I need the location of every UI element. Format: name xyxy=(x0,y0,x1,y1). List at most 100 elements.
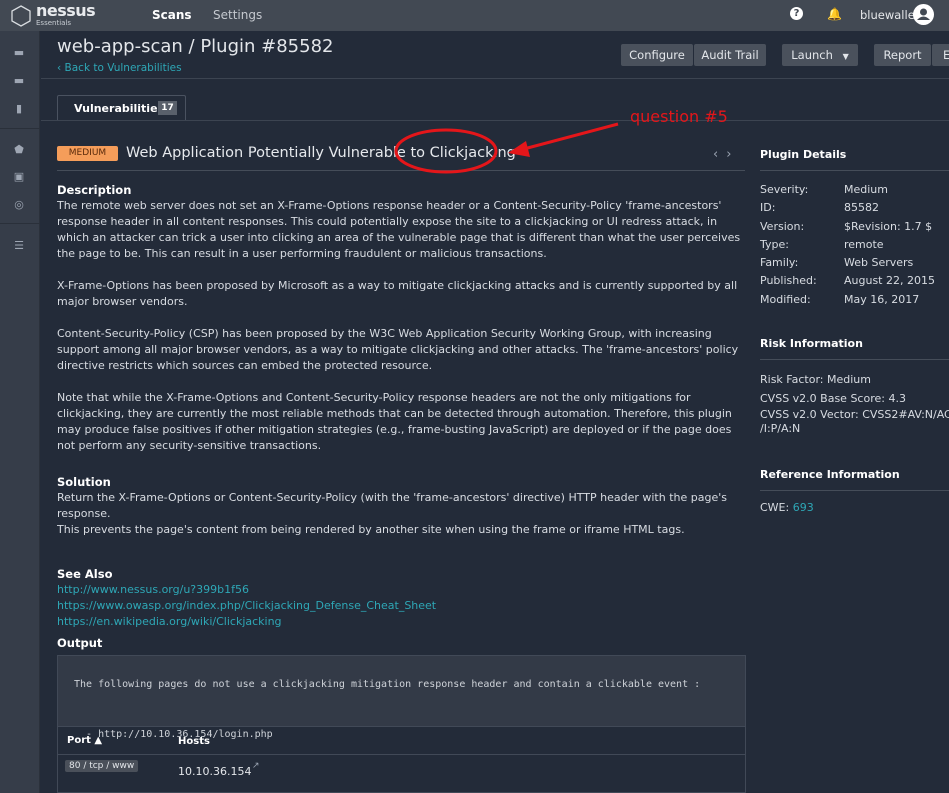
folder-icon[interactable]: ▬ xyxy=(13,47,25,59)
detail-row: Type:remote xyxy=(760,236,949,254)
hosts-column-header: Hosts xyxy=(178,736,210,747)
description-heading: Description xyxy=(57,182,747,198)
back-link-label: Back to Vulnerabilities xyxy=(65,62,182,74)
see-also-heading: See Also xyxy=(57,566,747,582)
nav-settings[interactable]: Settings xyxy=(213,8,262,22)
sidebar-divider xyxy=(0,223,40,224)
detail-row: Published:August 22, 2015 xyxy=(760,272,949,290)
detail-value: August 22, 2015 xyxy=(844,272,935,290)
external-link-icon[interactable]: ↗ xyxy=(252,761,260,771)
cvss-vector: CVSS v2.0 Vector: CVSS2#AV:N/AC:M/Au xyxy=(760,408,949,422)
description-paragraph: Note that while the X-Frame-Options and … xyxy=(57,390,747,454)
solution-heading: Solution xyxy=(57,474,747,490)
vulnerability-body: Description The remote web server does n… xyxy=(57,182,747,632)
detail-value: remote xyxy=(844,236,884,254)
plug-icon[interactable]: ▣ xyxy=(13,171,25,183)
report-button[interactable]: Report xyxy=(874,44,931,66)
severity-badge: MEDIUM xyxy=(57,146,118,161)
tab-vulnerabilities[interactable]: Vulnerabilities17 xyxy=(57,95,186,121)
cwe-link[interactable]: 693 xyxy=(793,501,814,514)
detail-row: Modified:May 16, 2017 xyxy=(760,291,949,309)
detail-row: Version:$Revision: 1.7 $ xyxy=(760,218,949,236)
page-title: web-app-scan / Plugin #85582 xyxy=(57,36,333,57)
brand-sub: Essentials xyxy=(36,19,95,27)
detail-label: Severity: xyxy=(760,181,844,199)
see-also-link[interactable]: http://www.nessus.org/u?399b1f56 xyxy=(57,582,747,598)
description-paragraph: Content-Security-Policy (CSP) has been p… xyxy=(57,326,747,374)
output-table-header: Port ▲ Hosts xyxy=(58,726,745,755)
solution-line: This prevents the page's content from be… xyxy=(57,522,747,538)
port-column-header[interactable]: Port ▲ xyxy=(67,735,102,746)
output-heading: Output xyxy=(57,635,102,651)
detail-row: Severity:Medium xyxy=(760,181,949,199)
solution-section: Solution Return the X-Frame-Options or C… xyxy=(57,474,747,538)
nessus-logo[interactable]: nessusEssentials xyxy=(10,4,95,27)
fingerprint-icon[interactable]: ◎ xyxy=(13,199,25,211)
trash-icon[interactable]: ▮ xyxy=(13,103,25,115)
see-also-section: See Also http://www.nessus.org/u?399b1f5… xyxy=(57,566,747,630)
title-divider xyxy=(57,170,745,171)
annotation-label: question #5 xyxy=(630,107,728,126)
table-row: 80 / tcp / www 10.10.36.154 ↗ xyxy=(58,755,745,793)
sidebar: ▬ ▬ ▮ ⬟ ▣ ◎ ☰ xyxy=(0,31,40,793)
detail-value: $Revision: 1.7 $ xyxy=(844,218,932,236)
detail-label: ID: xyxy=(760,199,844,217)
audit-trail-button[interactable]: Audit Trail xyxy=(694,44,766,66)
detail-row: ID:85582 xyxy=(760,199,949,217)
brand-name: nessus xyxy=(36,1,95,20)
plugin-details-heading: Plugin Details xyxy=(760,148,949,171)
folder-icon[interactable]: ▬ xyxy=(13,75,25,87)
chevron-left-icon[interactable]: ‹ xyxy=(713,147,726,162)
annotation-arrow-line xyxy=(520,124,618,150)
header-divider xyxy=(41,78,949,79)
reference-information-heading: Reference Information xyxy=(760,468,949,491)
nav-scans[interactable]: Scans xyxy=(152,8,192,22)
avatar-icon[interactable] xyxy=(913,4,934,25)
detail-label: Type: xyxy=(760,236,844,254)
see-also-link[interactable]: https://www.owasp.org/index.php/Clickjac… xyxy=(57,598,747,614)
solution-line: Return the X-Frame-Options or Content-Se… xyxy=(57,490,747,522)
caret-down-icon: ▼ xyxy=(843,52,849,61)
configure-button[interactable]: Configure xyxy=(621,44,693,66)
detail-value: 85582 xyxy=(844,199,879,217)
description-paragraph: X-Frame-Options has been proposed by Mic… xyxy=(57,278,747,310)
risk-factor: Risk Factor: Medium xyxy=(760,370,949,389)
description-paragraph: The remote web server does not set an X-… xyxy=(57,198,747,262)
cwe-label: CWE: xyxy=(760,501,789,514)
host-link[interactable]: 10.10.36.154 xyxy=(178,765,251,778)
top-bar: nessusEssentials Scans Settings ? 🔔 blue… xyxy=(0,0,949,31)
description-section: Description The remote web server does n… xyxy=(57,182,747,454)
launch-label: Launch xyxy=(791,48,833,62)
help-icon[interactable]: ? xyxy=(790,7,803,20)
detail-row: Family:Web Servers xyxy=(760,254,949,272)
back-to-vulnerabilities-link[interactable]: ‹ Back to Vulnerabilities xyxy=(57,62,182,74)
bell-icon[interactable]: 🔔 xyxy=(827,7,842,21)
detail-label: Published: xyxy=(760,272,844,290)
plugin-sidebar: Plugin Details Severity:Medium ID:85582 … xyxy=(760,148,949,514)
output-box: The following pages do not use a clickja… xyxy=(57,655,746,793)
detail-label: Modified: xyxy=(760,291,844,309)
output-text: The following pages do not use a clickja… xyxy=(58,656,745,726)
detail-value: Medium xyxy=(844,181,888,199)
detail-label: Version: xyxy=(760,218,844,236)
export-button[interactable]: E xyxy=(932,44,949,66)
vulnerability-title: Web Application Potentially Vulnerable t… xyxy=(126,145,516,161)
tab-divider xyxy=(41,120,949,121)
cvss-base-score: CVSS v2.0 Base Score: 4.3 xyxy=(760,389,949,408)
hexagon-logo-icon xyxy=(10,5,32,27)
detail-value: May 16, 2017 xyxy=(844,291,919,309)
cvss-vector-cont: /I:P/A:N xyxy=(760,422,949,436)
sidebar-divider xyxy=(0,128,40,129)
launch-button[interactable]: Launch ▼ xyxy=(782,44,858,66)
news-icon[interactable]: ☰ xyxy=(13,240,25,252)
detail-label: Family: xyxy=(760,254,844,272)
risk-information-heading: Risk Information xyxy=(760,337,949,360)
tab-label: Vulnerabilities xyxy=(74,102,164,115)
detail-value: Web Servers xyxy=(844,254,913,272)
see-also-link[interactable]: https://en.wikipedia.org/wiki/Clickjacki… xyxy=(57,614,747,630)
tab-count-badge: 17 xyxy=(158,101,177,115)
shield-icon[interactable]: ⬟ xyxy=(13,144,25,156)
chevron-right-icon[interactable]: › xyxy=(726,147,739,162)
pager: ‹› xyxy=(713,147,739,162)
username[interactable]: bluewalle xyxy=(860,8,915,22)
